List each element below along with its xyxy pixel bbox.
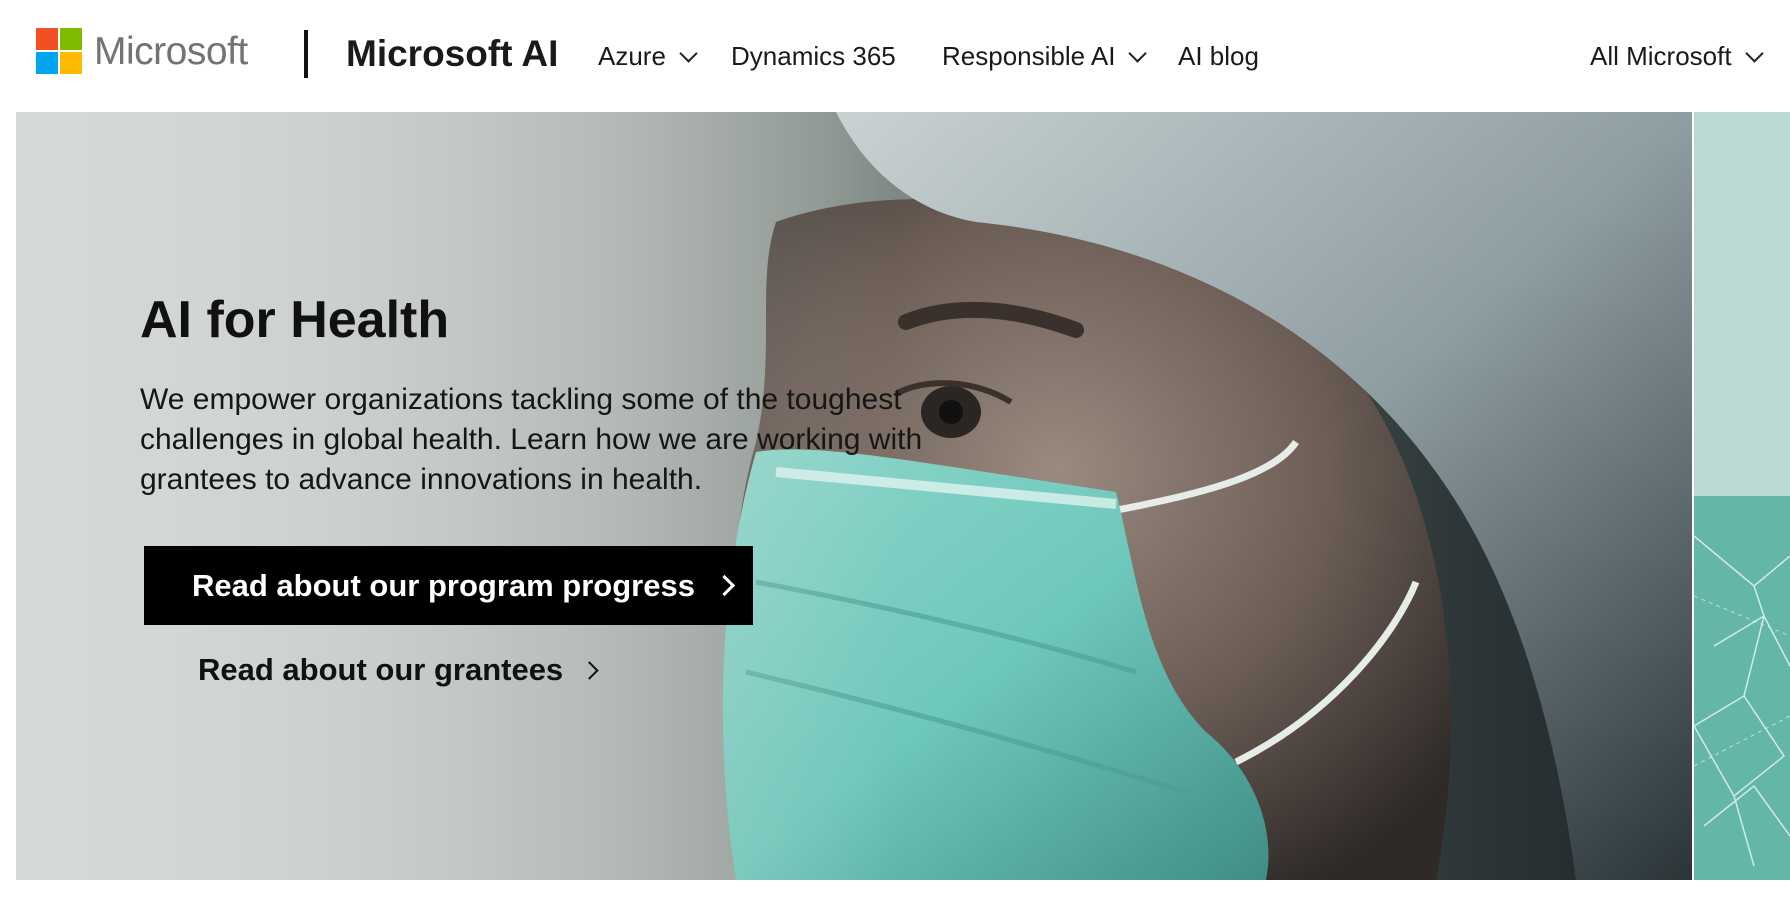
header-divider	[304, 30, 308, 78]
read-grantees-link[interactable]: Read about our grantees	[198, 648, 599, 692]
all-microsoft-menu[interactable]: All Microsoft	[1590, 36, 1764, 76]
hero-description: We empower organizations tackling some o…	[140, 383, 923, 496]
microsoft-logo[interactable]: Microsoft	[36, 28, 248, 74]
hero-banner: AI for Health We empower organizations t…	[16, 112, 1692, 880]
microsoft-wordmark: Microsoft	[94, 29, 248, 73]
geometric-pattern	[1694, 496, 1790, 880]
chevron-right-icon	[713, 574, 736, 597]
read-program-progress-button[interactable]: Read about our program progress	[144, 546, 753, 625]
brand-title[interactable]: Microsoft AI	[346, 30, 558, 78]
nav-item-dynamics-365[interactable]: Dynamics 365	[731, 36, 896, 76]
nav-item-azure[interactable]: Azure	[598, 36, 698, 76]
cta-label: Read about our program progress	[192, 567, 695, 603]
site-header: Microsoft Microsoft AI Azure Dynamics 36…	[0, 0, 1790, 112]
nav-item-label: Responsible AI	[942, 40, 1116, 71]
nav-item-responsible-ai[interactable]: Responsible AI	[942, 36, 1148, 76]
cta-label: Read about our grantees	[198, 652, 564, 687]
chevron-down-icon	[679, 43, 698, 63]
nav-item-ai-blog[interactable]: AI blog	[1178, 36, 1259, 76]
next-slide-preview[interactable]	[1694, 112, 1790, 880]
microsoft-logo-icon	[36, 28, 82, 74]
hero-title: AI for Health	[140, 291, 450, 349]
chevron-right-icon	[580, 660, 599, 680]
nav-item-label: Dynamics 365	[731, 40, 896, 71]
nav-item-label: AI blog	[1178, 40, 1259, 71]
chevron-down-icon	[1744, 43, 1764, 63]
nav-item-label: Azure	[598, 40, 666, 71]
chevron-down-icon	[1128, 43, 1148, 63]
network-pattern-icon	[1694, 535, 1790, 867]
all-microsoft-label: All Microsoft	[1590, 40, 1732, 71]
